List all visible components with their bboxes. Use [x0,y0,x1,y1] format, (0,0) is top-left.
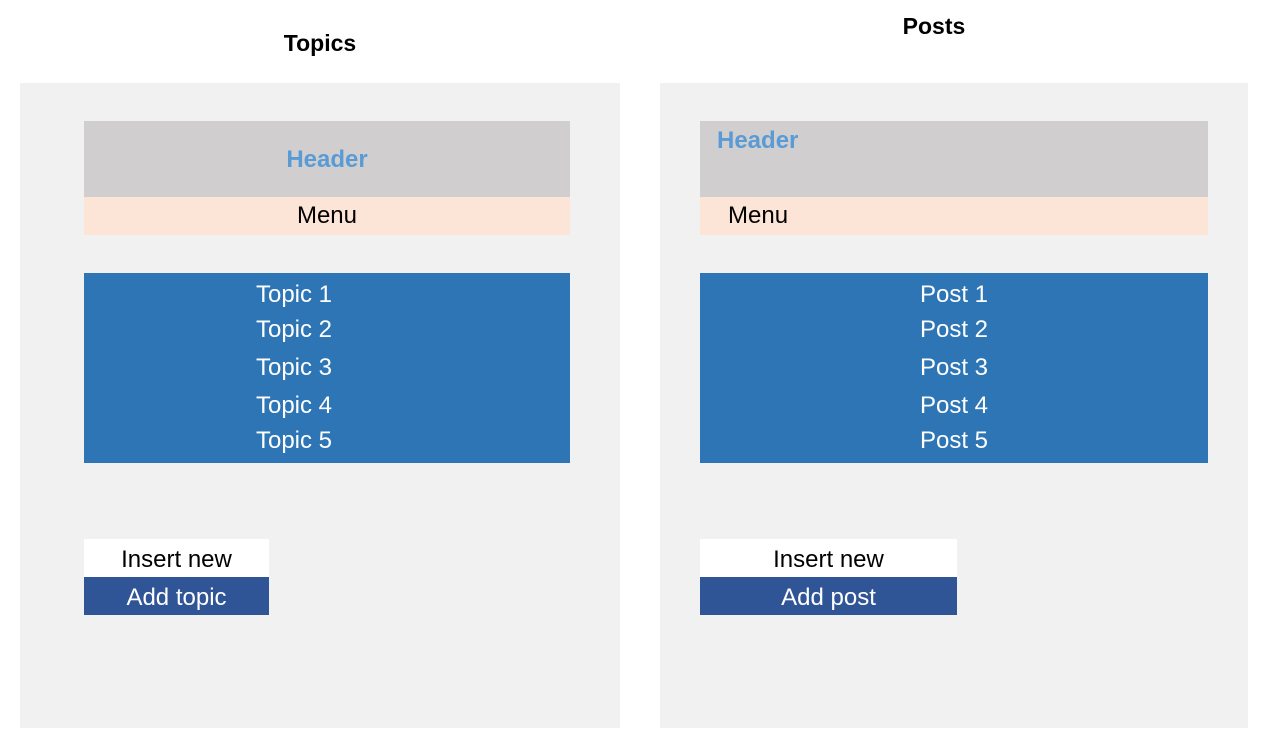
topic-list-item[interactable]: Topic 2 [84,311,570,349]
posts-list: Post 1 Post 2 Post 3 Post 4 Post 5 [700,273,1208,463]
topic-list-item[interactable]: Topic 4 [84,387,570,425]
posts-menu-label: Menu [728,202,789,229]
post-list-item[interactable]: Post 5 [700,425,1208,463]
posts-header-label: Header [717,127,799,154]
posts-panel: Header Menu Post 1 Post 2 Post 3 Post 4 … [660,83,1248,728]
posts-header: Header [700,121,1208,197]
add-post-button[interactable]: Add post [700,577,957,615]
post-list-item[interactable]: Post 1 [700,273,1208,311]
wireframe-page: Topics Header Menu Topic 1 Topic 2 Topic… [0,0,1270,756]
topics-title: Topics [283,30,357,56]
posts-insert-new-label: Insert new [700,539,957,577]
post-list-item[interactable]: Post 3 [700,349,1208,387]
post-list-item[interactable]: Post 4 [700,387,1208,425]
topic-list-item[interactable]: Topic 1 [84,273,570,311]
posts-menu[interactable]: Menu [700,197,1208,235]
post-list-item[interactable]: Post 2 [700,311,1208,349]
topics-menu[interactable]: Menu [84,197,570,235]
add-topic-button[interactable]: Add topic [84,577,269,615]
topics-insert-new-label: Insert new [84,539,269,577]
topics-list: Topic 1 Topic 2 Topic 3 Topic 4 Topic 5 [84,273,570,463]
topics-panel: Header Menu Topic 1 Topic 2 Topic 3 Topi… [20,83,620,728]
posts-title: Posts [902,13,966,39]
topic-list-item[interactable]: Topic 5 [84,425,570,463]
topics-header-label: Header [286,146,368,173]
topics-header: Header [84,121,570,197]
topic-list-item[interactable]: Topic 3 [84,349,570,387]
topics-menu-label: Menu [296,202,358,229]
